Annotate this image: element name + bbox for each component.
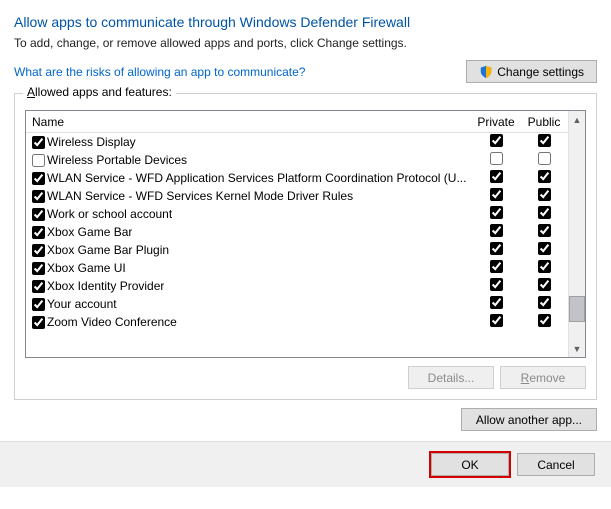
row-public-checkbox[interactable] (538, 134, 551, 147)
row-name-label: Wireless Portable Devices (47, 153, 187, 167)
table-row[interactable]: Wireless Display (26, 133, 568, 151)
row-name-label: WLAN Service - WFD Application Services … (47, 171, 466, 185)
row-private-checkbox[interactable] (490, 278, 503, 291)
column-name[interactable]: Name (26, 115, 472, 129)
table-row[interactable]: WLAN Service - WFD Application Services … (26, 169, 568, 187)
table-row[interactable]: Zoom Video Conference (26, 313, 568, 331)
group-label: Allowed apps and features: (23, 85, 176, 99)
table-row[interactable]: Wireless Portable Devices (26, 151, 568, 169)
shield-icon (479, 65, 493, 79)
table-row[interactable]: Work or school account (26, 205, 568, 223)
row-private-checkbox[interactable] (490, 206, 503, 219)
table-row[interactable]: Xbox Game UI (26, 259, 568, 277)
row-private-checkbox[interactable] (490, 314, 503, 327)
details-button[interactable]: Details... (408, 366, 494, 389)
row-enable-checkbox[interactable] (32, 262, 45, 275)
row-enable-checkbox[interactable] (32, 172, 45, 185)
cancel-button[interactable]: Cancel (517, 453, 595, 476)
table-row[interactable]: WLAN Service - WFD Services Kernel Mode … (26, 187, 568, 205)
scroll-down-button[interactable]: ▼ (569, 340, 585, 357)
page-title: Allow apps to communicate through Window… (14, 14, 597, 30)
row-name-label: Work or school account (47, 207, 172, 221)
row-enable-checkbox[interactable] (32, 154, 45, 167)
scroll-thumb[interactable] (569, 296, 585, 322)
row-public-checkbox[interactable] (538, 296, 551, 309)
page-subtitle: To add, change, or remove allowed apps a… (14, 36, 597, 50)
row-public-checkbox[interactable] (538, 314, 551, 327)
row-name-label: Your account (47, 297, 117, 311)
ok-button[interactable]: OK (431, 453, 509, 476)
change-settings-button[interactable]: Change settings (466, 60, 597, 83)
scroll-up-button[interactable]: ▲ (569, 111, 585, 128)
row-name-label: WLAN Service - WFD Services Kernel Mode … (47, 189, 353, 203)
apps-list: Name Private Public Wireless Display Wire… (25, 110, 586, 358)
row-private-checkbox[interactable] (490, 170, 503, 183)
row-private-checkbox[interactable] (490, 188, 503, 201)
row-public-checkbox[interactable] (538, 152, 551, 165)
row-public-checkbox[interactable] (538, 242, 551, 255)
column-private[interactable]: Private (472, 115, 520, 129)
scrollbar[interactable]: ▲ ▼ (568, 111, 585, 357)
column-public[interactable]: Public (520, 115, 568, 129)
row-private-checkbox[interactable] (490, 242, 503, 255)
row-public-checkbox[interactable] (538, 278, 551, 291)
row-enable-checkbox[interactable] (32, 190, 45, 203)
row-enable-checkbox[interactable] (32, 226, 45, 239)
row-enable-checkbox[interactable] (32, 208, 45, 221)
change-settings-label: Change settings (497, 65, 584, 79)
scroll-track[interactable] (569, 128, 585, 340)
row-name-label: Zoom Video Conference (47, 315, 177, 329)
remove-button[interactable]: Remove (500, 366, 586, 389)
row-name-label: Xbox Identity Provider (47, 279, 164, 293)
row-private-checkbox[interactable] (490, 152, 503, 165)
row-private-checkbox[interactable] (490, 296, 503, 309)
row-enable-checkbox[interactable] (32, 316, 45, 329)
allow-another-app-button[interactable]: Allow another app... (461, 408, 597, 431)
row-private-checkbox[interactable] (490, 260, 503, 273)
row-private-checkbox[interactable] (490, 134, 503, 147)
row-name-label: Xbox Game UI (47, 261, 126, 275)
row-enable-checkbox[interactable] (32, 298, 45, 311)
row-public-checkbox[interactable] (538, 188, 551, 201)
row-private-checkbox[interactable] (490, 224, 503, 237)
table-row[interactable]: Your account (26, 295, 568, 313)
row-enable-checkbox[interactable] (32, 244, 45, 257)
row-public-checkbox[interactable] (538, 260, 551, 273)
list-header: Name Private Public (26, 111, 568, 133)
row-public-checkbox[interactable] (538, 170, 551, 183)
row-public-checkbox[interactable] (538, 206, 551, 219)
row-name-label: Wireless Display (47, 135, 136, 149)
row-enable-checkbox[interactable] (32, 280, 45, 293)
risks-link[interactable]: What are the risks of allowing an app to… (14, 65, 305, 79)
row-enable-checkbox[interactable] (32, 136, 45, 149)
table-row[interactable]: Xbox Game Bar (26, 223, 568, 241)
row-name-label: Xbox Game Bar Plugin (47, 243, 169, 257)
dialog-footer: OK Cancel (0, 441, 611, 487)
row-public-checkbox[interactable] (538, 224, 551, 237)
table-row[interactable]: Xbox Identity Provider (26, 277, 568, 295)
allowed-apps-group: Allowed apps and features: Name Private … (14, 93, 597, 400)
row-name-label: Xbox Game Bar (47, 225, 132, 239)
table-row[interactable]: Xbox Game Bar Plugin (26, 241, 568, 259)
